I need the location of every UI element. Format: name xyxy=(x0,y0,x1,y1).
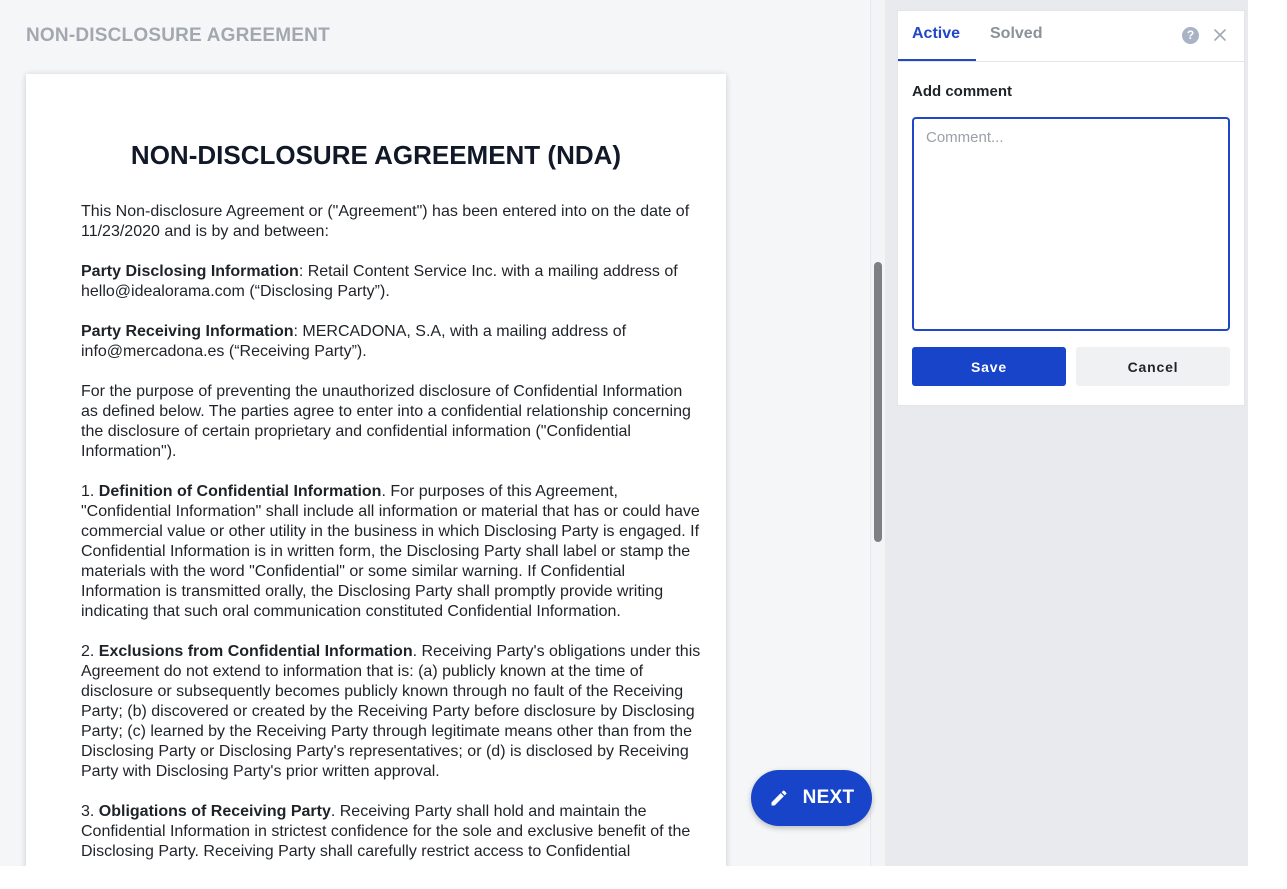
paragraph-purpose: For the purpose of preventing the unauth… xyxy=(81,383,691,460)
paragraph-section-1: 1. Definition of Confidential Informatio… xyxy=(81,483,700,620)
next-button[interactable]: NEXT xyxy=(751,770,872,826)
next-button-label: NEXT xyxy=(802,787,855,808)
paragraph-disclosing-party: Party Disclosing Information: Retail Con… xyxy=(81,263,678,300)
app-window: NON-DISCLOSURE AGREEMENT NON-DISCLOSURE … xyxy=(0,0,1287,889)
paragraph-receiving-party: Party Receiving Information: MERCADONA, … xyxy=(81,323,627,360)
paragraph-section-2: 2. Exclusions from Confidential Informat… xyxy=(81,643,701,780)
document-title: NON-DISCLOSURE AGREEMENT (NDA) xyxy=(130,140,622,170)
comment-input[interactable] xyxy=(912,117,1230,331)
active-tab-indicator xyxy=(898,59,976,61)
save-button[interactable]: Save xyxy=(912,347,1066,386)
paragraph-section-3: 3. Obligations of Receiving Party. Recei… xyxy=(81,803,691,860)
comments-card: Active Solved ? Add comment Save Cancel xyxy=(897,10,1245,406)
document-header-title: NON-DISCLOSURE AGREEMENT xyxy=(26,25,330,46)
help-icon[interactable]: ? xyxy=(1182,27,1199,44)
document-viewer[interactable]: NON-DISCLOSURE AGREEMENT NON-DISCLOSURE … xyxy=(0,0,870,866)
scrollbar-thumb[interactable] xyxy=(874,262,882,542)
pencil-icon xyxy=(771,790,787,806)
add-comment-label: Add comment xyxy=(912,83,1013,100)
paragraph-intro: This Non-disclosure Agreement or ("Agree… xyxy=(81,203,690,240)
document-page: NON-DISCLOSURE AGREEMENT (NDA) This Non-… xyxy=(26,74,726,866)
tab-active[interactable]: Active xyxy=(912,25,960,43)
cancel-button[interactable]: Cancel xyxy=(1076,347,1230,386)
close-icon[interactable] xyxy=(1212,27,1228,43)
document-body: This Non-disclosure Agreement or ("Agree… xyxy=(81,202,701,866)
comments-tabs: Active Solved ? xyxy=(898,11,1244,62)
tab-solved[interactable]: Solved xyxy=(990,25,1042,43)
